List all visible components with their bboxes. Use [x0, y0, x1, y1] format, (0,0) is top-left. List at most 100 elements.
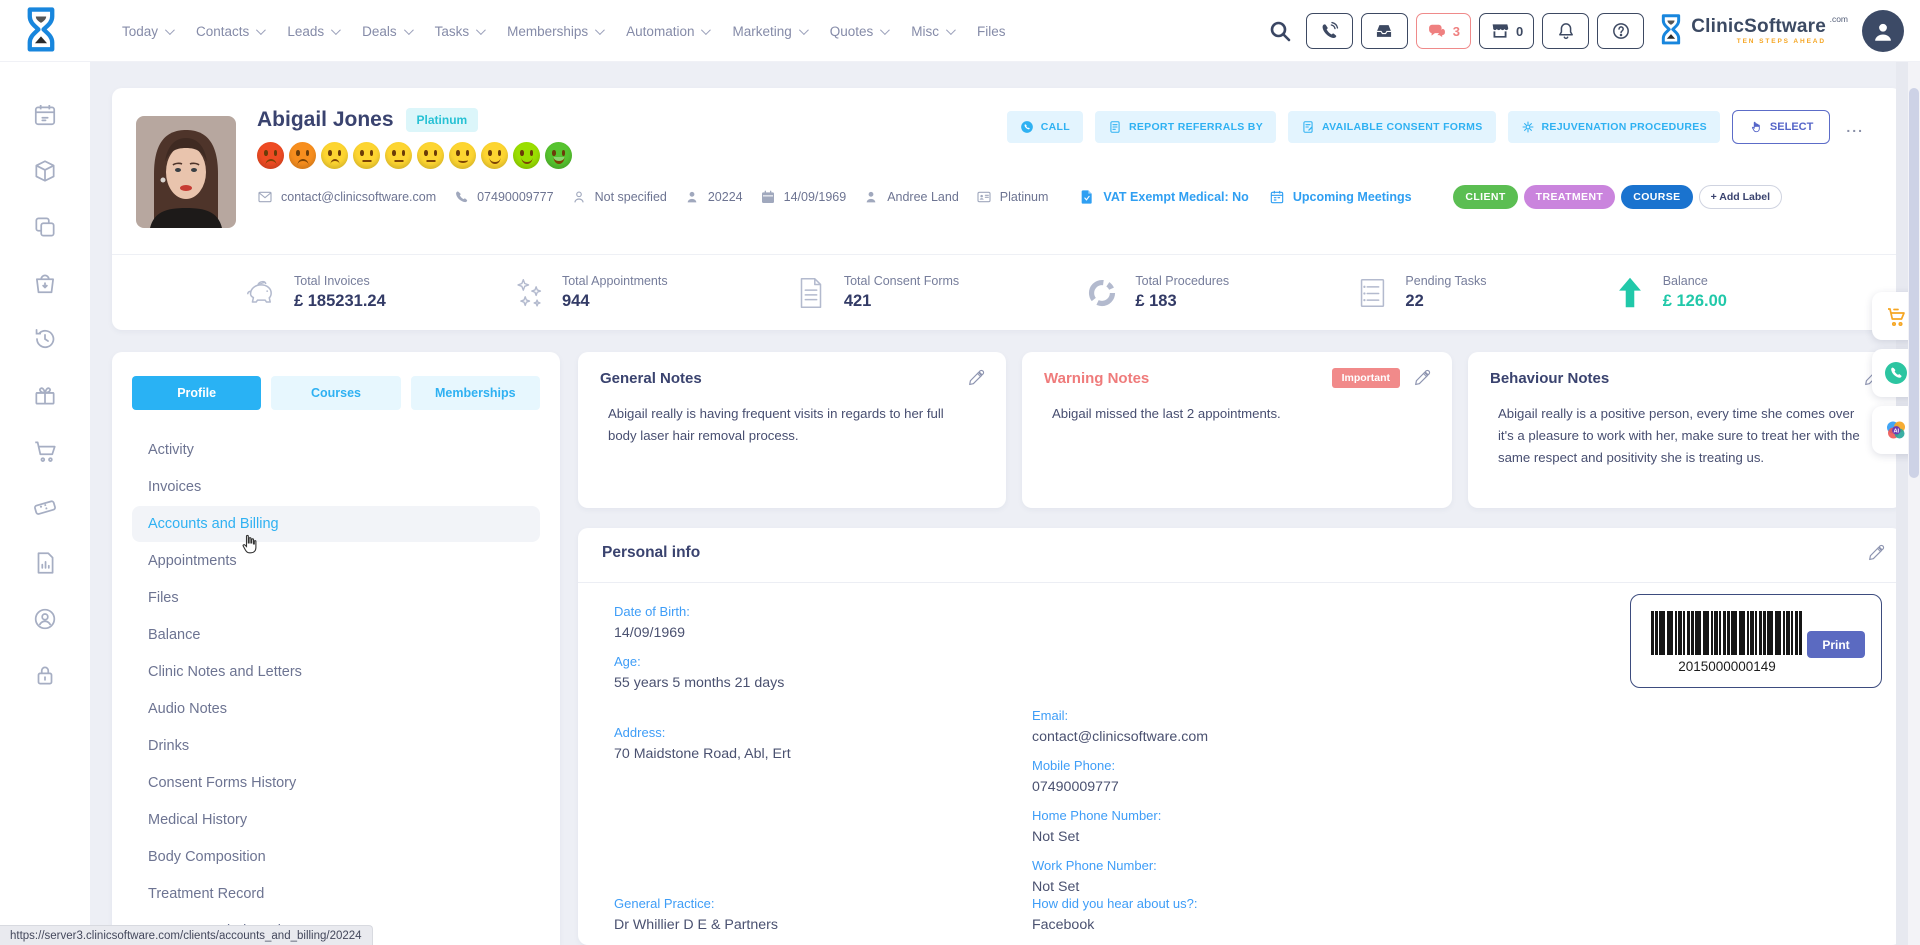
menu-item[interactable]: Balance [132, 617, 540, 653]
page-scrollbar[interactable] [1908, 62, 1920, 945]
menu-item[interactable]: Treatment Record [132, 876, 540, 912]
header-action-button[interactable]: REJUVENATION PROCEDURES [1508, 111, 1720, 143]
right-shade [1896, 62, 1908, 945]
svg-text:AI: AI [1894, 428, 1900, 434]
quick-link[interactable]: Upcoming Meetings [1269, 189, 1412, 205]
select-button[interactable]: SELECT [1732, 110, 1830, 144]
phone-icon [1884, 361, 1908, 385]
mood-face[interactable] [545, 142, 572, 169]
package-icon[interactable] [32, 158, 58, 184]
contact-chip: Not specified [571, 189, 667, 205]
shop-icon [1490, 21, 1510, 41]
nav-item[interactable]: Memberships [507, 24, 602, 39]
general-notes-card: General Notes Abigail really is having f… [578, 352, 1006, 508]
topbar-tools: 3 0 ClinicSoftware .com TEN STEPS AHEAD [1268, 0, 1904, 62]
help-button[interactable] [1597, 13, 1644, 49]
gift-icon[interactable] [32, 382, 58, 408]
header-action-button[interactable]: AVAILABLE CONSENT FORMS [1288, 111, 1496, 143]
stat: Pending Tasks 22 [1353, 274, 1486, 312]
personal-field: Address: 70 Maidstone Road, Abl, Ert [614, 725, 791, 762]
stat: Total Invoices £ 185231.24 [242, 274, 386, 312]
more-options-button[interactable]: ... [1842, 115, 1868, 139]
nav-item[interactable]: Misc [911, 24, 953, 39]
panel-tab[interactable]: Memberships [411, 376, 540, 410]
support-icon[interactable] [32, 606, 58, 632]
chevron-down-icon [256, 25, 266, 35]
notifications-button[interactable] [1542, 13, 1589, 49]
field-value: contact@clinicsoftware.com [1032, 729, 1208, 745]
mood-face[interactable] [289, 142, 316, 169]
panel-tab[interactable]: Profile [132, 376, 261, 410]
menu-item[interactable]: Invoices [132, 469, 540, 505]
menu-item[interactable]: Activity [132, 432, 540, 468]
scrollbar-thumb[interactable] [1909, 88, 1919, 478]
contact-chips: contact@clinicsoftware.com 07490009777 N… [257, 189, 1048, 205]
mood-face[interactable] [353, 142, 380, 169]
nav-item[interactable]: Contacts [196, 24, 263, 39]
contact-chip: Platinum [976, 189, 1049, 205]
chat-button[interactable]: 3 [1416, 13, 1471, 49]
nav-item[interactable]: Quotes [830, 24, 888, 39]
report-chart-icon[interactable] [32, 550, 58, 576]
shop-count-badge: 0 [1516, 24, 1523, 39]
panel-tab[interactable]: Courses [271, 376, 400, 410]
dialer-button[interactable] [1306, 13, 1353, 49]
personal-field: Age: 55 years 5 months 21 days [614, 654, 791, 691]
menu-item[interactable]: Audio Notes [132, 691, 540, 727]
nav-item[interactable]: Files [977, 24, 1006, 39]
field-value: 55 years 5 months 21 days [614, 675, 791, 691]
mood-face[interactable] [417, 142, 444, 169]
status-url-bar: https://server3.clinicsoftware.com/clien… [0, 925, 373, 945]
inbox-button[interactable] [1361, 13, 1408, 49]
print-barcode-button[interactable]: Print [1807, 631, 1865, 658]
mood-face[interactable] [385, 142, 412, 169]
menu-item[interactable]: Files [132, 580, 540, 616]
vat-doc-icon [1079, 189, 1095, 205]
mood-face[interactable] [481, 142, 508, 169]
menu-item[interactable]: Drinks [132, 728, 540, 764]
menu-item[interactable]: Clinic Notes and Letters [132, 654, 540, 690]
mood-face[interactable] [449, 142, 476, 169]
divider [578, 582, 1902, 583]
nav-item[interactable]: Tasks [435, 24, 484, 39]
membership-card-icon [976, 189, 992, 205]
nav-item[interactable]: Leads [287, 24, 338, 39]
header-action-button[interactable]: REPORT REFERRALS BY [1095, 111, 1276, 143]
nav-item[interactable]: Today [122, 24, 172, 39]
nav-item[interactable]: Automation [626, 24, 708, 39]
shop-button[interactable]: 0 [1479, 13, 1534, 49]
lock-icon[interactable] [32, 662, 58, 688]
menu-item[interactable]: Consent Forms History [132, 765, 540, 801]
basket-icon[interactable] [32, 270, 58, 296]
add-label-button[interactable]: + Add Label [1699, 185, 1782, 209]
donut-chart-icon [1083, 274, 1121, 312]
mood-face[interactable] [513, 142, 540, 169]
field-value: Facebook [1032, 917, 1450, 933]
brand-logo: ClinicSoftware .com TEN STEPS AHEAD [1658, 14, 1848, 48]
nav-item[interactable]: Marketing [732, 24, 805, 39]
behaviour-notes-card: Behaviour Notes Abigail really is a posi… [1468, 352, 1902, 508]
calendar-date-icon[interactable] [32, 102, 58, 128]
personal-field: How did you hear about us?: Facebook [1032, 896, 1450, 933]
menu-item[interactable]: Medical History [132, 802, 540, 838]
copy-icon[interactable] [32, 214, 58, 240]
edit-personal-info-icon[interactable] [1867, 543, 1886, 562]
history-icon[interactable] [32, 326, 58, 352]
menu-item[interactable]: Appointments [132, 543, 540, 579]
nav-item[interactable]: Deals [362, 24, 411, 39]
meetings-calendar-icon [1269, 189, 1285, 205]
client-photo[interactable] [136, 116, 236, 228]
menu-item[interactable]: Body Composition [132, 839, 540, 875]
user-avatar[interactable] [1862, 10, 1904, 52]
search-icon[interactable] [1268, 19, 1292, 43]
mood-face[interactable] [257, 142, 284, 169]
brand-hourglass-icon [1658, 14, 1684, 48]
cart-icon[interactable] [32, 438, 58, 464]
header-action-button[interactable]: CALL [1007, 111, 1083, 143]
menu-item[interactable]: Accounts and Billing [132, 506, 540, 542]
edit-general-notes-icon[interactable] [967, 368, 986, 387]
edit-warning-notes-icon[interactable] [1413, 368, 1432, 387]
voucher-icon[interactable] [32, 494, 58, 520]
quick-link[interactable]: VAT Exempt Medical: No [1079, 189, 1248, 205]
mood-face[interactable] [321, 142, 348, 169]
